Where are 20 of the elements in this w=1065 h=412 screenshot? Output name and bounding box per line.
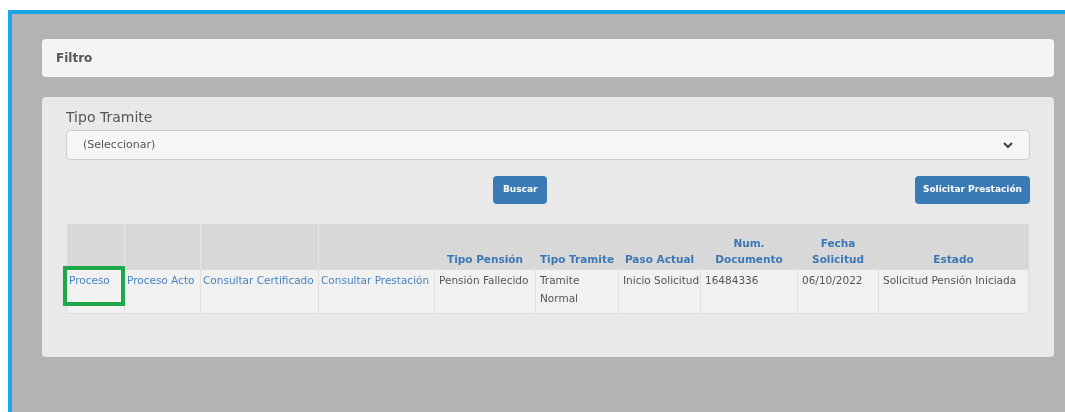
column-header: Num. Documento: [714, 235, 784, 267]
column-header: Tipo Pensión: [446, 251, 524, 267]
field-label: Tipo Tramite: [66, 108, 154, 127]
table-cell-text: Pensión Fallecido: [439, 272, 530, 288]
column-header: Estado: [932, 251, 975, 267]
table-cell-text: Inicio Solicitud: [623, 272, 700, 288]
table-cell-text: Solicitud Pensión Iniciada: [883, 272, 1018, 288]
column-header: Fecha Solicitud: [811, 235, 865, 267]
column-header: Paso Actual: [623, 251, 696, 267]
tipo-tramite-select[interactable]: (Seleccionar): [66, 130, 1030, 160]
header-cell: [66, 224, 125, 269]
chevron-down-icon: [1003, 141, 1013, 149]
request-benefit-button[interactable]: Solicitar Prestación: [914, 176, 1030, 204]
search-button[interactable]: Buscar: [493, 176, 548, 204]
table-link[interactable]: Proceso: [63, 265, 125, 306]
table-cell-text: Tramite Normal: [540, 272, 581, 306]
panel-title: Filtro: [56, 50, 93, 67]
table-cell-text: 16484336: [705, 272, 760, 288]
table-cell-text: 06/10/2022: [802, 272, 864, 288]
column-header: Tipo Tramite: [538, 251, 616, 267]
